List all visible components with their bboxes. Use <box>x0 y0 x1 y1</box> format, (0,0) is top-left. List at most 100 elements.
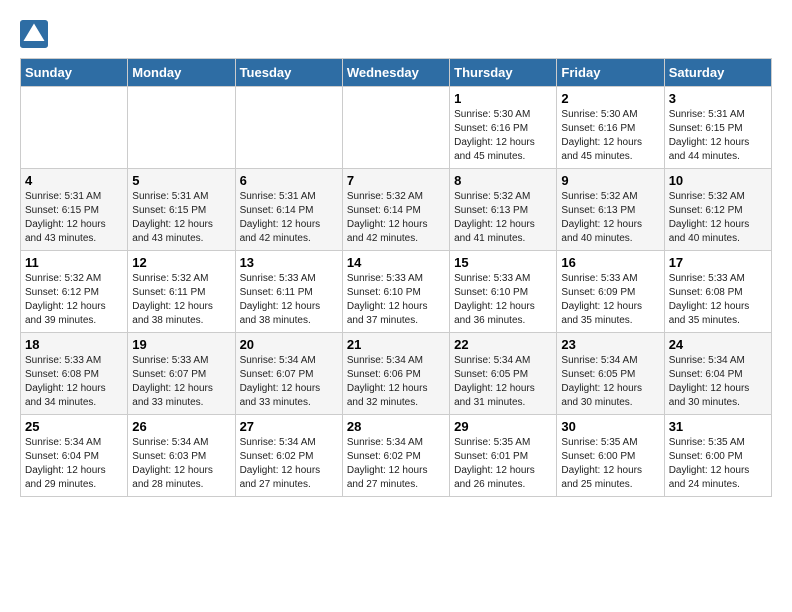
calendar-week-row: 11 Sunrise: 5:32 AM Sunset: 6:12 PM Dayli… <box>21 251 772 333</box>
calendar-cell <box>342 87 449 169</box>
column-header-monday: Monday <box>128 59 235 87</box>
calendar-cell <box>128 87 235 169</box>
logo <box>20 20 50 48</box>
day-number: 16 <box>561 255 659 270</box>
calendar-table: SundayMondayTuesdayWednesdayThursdayFrid… <box>20 58 772 497</box>
day-info: Sunrise: 5:31 AM Sunset: 6:15 PM Dayligh… <box>25 190 123 246</box>
day-info: Sunrise: 5:31 AM Sunset: 6:15 PM Dayligh… <box>669 108 767 164</box>
day-info: Sunrise: 5:33 AM Sunset: 6:08 PM Dayligh… <box>25 354 123 410</box>
calendar-cell: 10 Sunrise: 5:32 AM Sunset: 6:12 PM Dayli… <box>664 169 771 251</box>
day-info: Sunrise: 5:34 AM Sunset: 6:04 PM Dayligh… <box>669 354 767 410</box>
calendar-cell: 24 Sunrise: 5:34 AM Sunset: 6:04 PM Dayli… <box>664 333 771 415</box>
day-number: 26 <box>132 419 230 434</box>
day-info: Sunrise: 5:32 AM Sunset: 6:12 PM Dayligh… <box>669 190 767 246</box>
day-info: Sunrise: 5:34 AM Sunset: 6:03 PM Dayligh… <box>132 436 230 492</box>
column-header-sunday: Sunday <box>21 59 128 87</box>
calendar-cell: 5 Sunrise: 5:31 AM Sunset: 6:15 PM Daylig… <box>128 169 235 251</box>
day-number: 21 <box>347 337 445 352</box>
day-info: Sunrise: 5:31 AM Sunset: 6:15 PM Dayligh… <box>132 190 230 246</box>
calendar-cell: 4Sunrise: 5:31 AM Sunset: 6:15 PM Daylig… <box>21 169 128 251</box>
day-info: Sunrise: 5:33 AM Sunset: 6:11 PM Dayligh… <box>240 272 338 328</box>
day-info: Sunrise: 5:34 AM Sunset: 6:02 PM Dayligh… <box>347 436 445 492</box>
calendar-week-row: 4Sunrise: 5:31 AM Sunset: 6:15 PM Daylig… <box>21 169 772 251</box>
day-number: 24 <box>669 337 767 352</box>
calendar-cell: 18 Sunrise: 5:33 AM Sunset: 6:08 PM Dayli… <box>21 333 128 415</box>
day-number: 27 <box>240 419 338 434</box>
day-info: Sunrise: 5:35 AM Sunset: 6:00 PM Dayligh… <box>561 436 659 492</box>
column-header-friday: Friday <box>557 59 664 87</box>
calendar-cell: 27 Sunrise: 5:34 AM Sunset: 6:02 PM Dayli… <box>235 415 342 497</box>
day-number: 1 <box>454 91 552 106</box>
day-info: Sunrise: 5:32 AM Sunset: 6:12 PM Dayligh… <box>25 272 123 328</box>
calendar-cell: 23Sunrise: 5:34 AM Sunset: 6:05 PM Dayli… <box>557 333 664 415</box>
day-number: 3 <box>669 91 767 106</box>
calendar-cell: 30 Sunrise: 5:35 AM Sunset: 6:00 PM Dayli… <box>557 415 664 497</box>
calendar-cell: 22 Sunrise: 5:34 AM Sunset: 6:05 PM Dayli… <box>450 333 557 415</box>
day-number: 13 <box>240 255 338 270</box>
calendar-cell: 29Sunrise: 5:35 AM Sunset: 6:01 PM Dayli… <box>450 415 557 497</box>
day-info: Sunrise: 5:30 AM Sunset: 6:16 PM Dayligh… <box>454 108 552 164</box>
calendar-cell: 20Sunrise: 5:34 AM Sunset: 6:07 PM Dayli… <box>235 333 342 415</box>
day-info: Sunrise: 5:34 AM Sunset: 6:05 PM Dayligh… <box>561 354 659 410</box>
day-number: 9 <box>561 173 659 188</box>
column-header-tuesday: Tuesday <box>235 59 342 87</box>
calendar-week-row: 1 Sunrise: 5:30 AM Sunset: 6:16 PM Daylig… <box>21 87 772 169</box>
column-header-saturday: Saturday <box>664 59 771 87</box>
page-header <box>20 20 772 48</box>
day-number: 6 <box>240 173 338 188</box>
column-header-thursday: Thursday <box>450 59 557 87</box>
day-number: 5 <box>132 173 230 188</box>
day-info: Sunrise: 5:33 AM Sunset: 6:10 PM Dayligh… <box>454 272 552 328</box>
day-number: 15 <box>454 255 552 270</box>
calendar-cell: 7Sunrise: 5:32 AM Sunset: 6:14 PM Daylig… <box>342 169 449 251</box>
calendar-cell: 17 Sunrise: 5:33 AM Sunset: 6:08 PM Dayli… <box>664 251 771 333</box>
day-number: 17 <box>669 255 767 270</box>
calendar-cell: 16 Sunrise: 5:33 AM Sunset: 6:09 PM Dayli… <box>557 251 664 333</box>
day-number: 25 <box>25 419 123 434</box>
day-number: 10 <box>669 173 767 188</box>
day-number: 18 <box>25 337 123 352</box>
calendar-cell: 6 Sunrise: 5:31 AM Sunset: 6:14 PM Daylig… <box>235 169 342 251</box>
calendar-cell: 11 Sunrise: 5:32 AM Sunset: 6:12 PM Dayli… <box>21 251 128 333</box>
day-number: 8 <box>454 173 552 188</box>
calendar-cell: 14 Sunrise: 5:33 AM Sunset: 6:10 PM Dayli… <box>342 251 449 333</box>
day-number: 30 <box>561 419 659 434</box>
calendar-week-row: 18 Sunrise: 5:33 AM Sunset: 6:08 PM Dayli… <box>21 333 772 415</box>
day-number: 28 <box>347 419 445 434</box>
day-info: Sunrise: 5:32 AM Sunset: 6:13 PM Dayligh… <box>561 190 659 246</box>
day-info: Sunrise: 5:34 AM Sunset: 6:04 PM Dayligh… <box>25 436 123 492</box>
column-header-wednesday: Wednesday <box>342 59 449 87</box>
calendar-cell: 3 Sunrise: 5:31 AM Sunset: 6:15 PM Daylig… <box>664 87 771 169</box>
day-info: Sunrise: 5:31 AM Sunset: 6:14 PM Dayligh… <box>240 190 338 246</box>
day-number: 11 <box>25 255 123 270</box>
day-number: 14 <box>347 255 445 270</box>
day-info: Sunrise: 5:33 AM Sunset: 6:09 PM Dayligh… <box>561 272 659 328</box>
calendar-cell: 26 Sunrise: 5:34 AM Sunset: 6:03 PM Dayli… <box>128 415 235 497</box>
day-info: Sunrise: 5:32 AM Sunset: 6:14 PM Dayligh… <box>347 190 445 246</box>
calendar-header-row: SundayMondayTuesdayWednesdayThursdayFrid… <box>21 59 772 87</box>
day-info: Sunrise: 5:35 AM Sunset: 6:00 PM Dayligh… <box>669 436 767 492</box>
calendar-week-row: 25 Sunrise: 5:34 AM Sunset: 6:04 PM Dayli… <box>21 415 772 497</box>
calendar-cell: 28 Sunrise: 5:34 AM Sunset: 6:02 PM Dayli… <box>342 415 449 497</box>
calendar-cell: 19 Sunrise: 5:33 AM Sunset: 6:07 PM Dayli… <box>128 333 235 415</box>
day-info: Sunrise: 5:32 AM Sunset: 6:11 PM Dayligh… <box>132 272 230 328</box>
day-info: Sunrise: 5:33 AM Sunset: 6:10 PM Dayligh… <box>347 272 445 328</box>
day-info: Sunrise: 5:34 AM Sunset: 6:02 PM Dayligh… <box>240 436 338 492</box>
day-info: Sunrise: 5:33 AM Sunset: 6:08 PM Dayligh… <box>669 272 767 328</box>
calendar-cell: 15 Sunrise: 5:33 AM Sunset: 6:10 PM Dayli… <box>450 251 557 333</box>
calendar-cell: 12Sunrise: 5:32 AM Sunset: 6:11 PM Dayli… <box>128 251 235 333</box>
day-number: 22 <box>454 337 552 352</box>
day-info: Sunrise: 5:34 AM Sunset: 6:05 PM Dayligh… <box>454 354 552 410</box>
calendar-cell: 1 Sunrise: 5:30 AM Sunset: 6:16 PM Daylig… <box>450 87 557 169</box>
calendar-cell: 21Sunrise: 5:34 AM Sunset: 6:06 PM Dayli… <box>342 333 449 415</box>
calendar-cell: 8 Sunrise: 5:32 AM Sunset: 6:13 PM Daylig… <box>450 169 557 251</box>
day-info: Sunrise: 5:30 AM Sunset: 6:16 PM Dayligh… <box>561 108 659 164</box>
calendar-cell <box>21 87 128 169</box>
day-info: Sunrise: 5:33 AM Sunset: 6:07 PM Dayligh… <box>132 354 230 410</box>
calendar-cell: 13 Sunrise: 5:33 AM Sunset: 6:11 PM Dayli… <box>235 251 342 333</box>
day-number: 19 <box>132 337 230 352</box>
calendar-cell <box>235 87 342 169</box>
logo-icon <box>20 20 48 48</box>
calendar-cell: 31Sunrise: 5:35 AM Sunset: 6:00 PM Dayli… <box>664 415 771 497</box>
day-info: Sunrise: 5:32 AM Sunset: 6:13 PM Dayligh… <box>454 190 552 246</box>
